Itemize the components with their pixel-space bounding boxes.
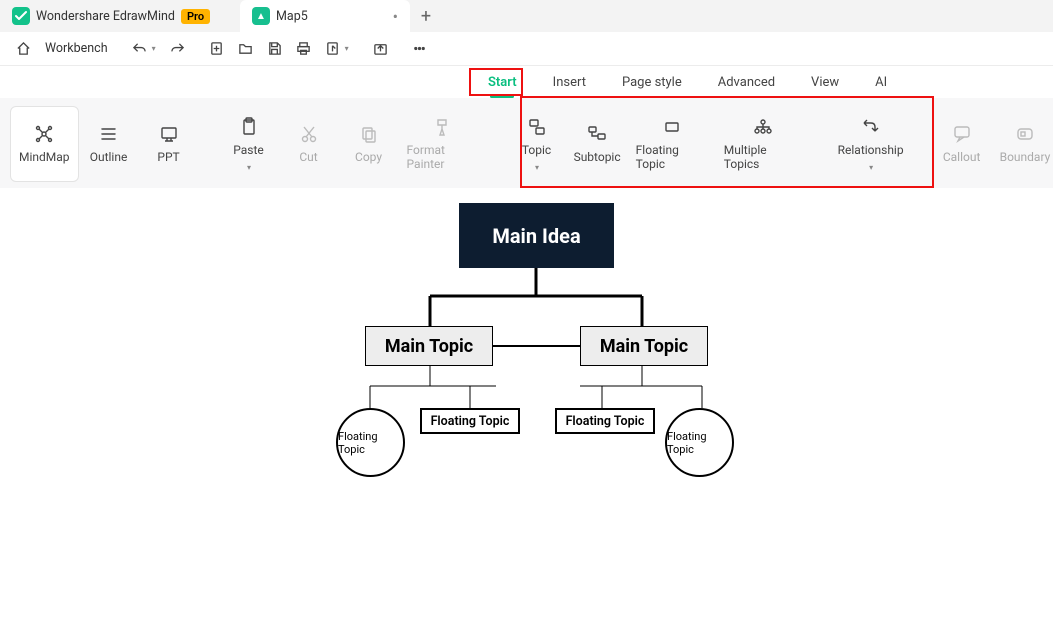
menu-view[interactable]: View bbox=[793, 66, 857, 98]
menu-bar: Start Insert Page style Advanced View AI bbox=[0, 66, 1053, 98]
node-floating-topic-2[interactable]: Floating Topic bbox=[555, 408, 655, 434]
outline-view-button[interactable]: Outline bbox=[79, 106, 139, 182]
chevron-down-icon: ▾ bbox=[345, 44, 349, 53]
topic-group: Topic ▾ Subtopic Floating Topic Multiple… bbox=[507, 106, 810, 182]
document-tab[interactable]: ▲ Map5 • bbox=[240, 0, 410, 32]
chevron-down-icon: ▾ bbox=[535, 163, 539, 172]
subtopic-button[interactable]: Subtopic bbox=[567, 106, 628, 182]
menu-page-style[interactable]: Page style bbox=[604, 66, 700, 98]
quick-toolbar: Workbench ▾ ▾ bbox=[0, 32, 1053, 66]
paste-icon bbox=[239, 117, 259, 137]
paste-button[interactable]: Paste ▾ bbox=[219, 106, 279, 182]
floating-topic-icon bbox=[662, 117, 682, 137]
pro-badge: Pro bbox=[181, 9, 210, 24]
cut-button: Cut bbox=[279, 106, 339, 182]
node-floating-circle-2[interactable]: Floating Topic bbox=[665, 408, 734, 477]
menu-ai[interactable]: AI bbox=[857, 66, 905, 98]
more-button[interactable] bbox=[406, 37, 433, 60]
mindmap-canvas[interactable]: Main Idea Main Topic Main Topic Floating… bbox=[0, 188, 1053, 618]
workbench-button[interactable]: Workbench bbox=[39, 37, 114, 60]
mindmap-view-button[interactable]: MindMap bbox=[10, 106, 79, 182]
new-file-button[interactable] bbox=[203, 37, 230, 60]
print-button[interactable] bbox=[290, 37, 317, 60]
export-button[interactable]: ▾ bbox=[319, 37, 355, 60]
clipboard-group: Paste ▾ Cut Copy Format Painter bbox=[219, 106, 487, 182]
copy-label: Copy bbox=[355, 150, 382, 164]
subtopic-icon bbox=[587, 124, 607, 144]
cut-label: Cut bbox=[299, 150, 317, 164]
boundary-icon bbox=[1015, 124, 1035, 144]
node-floating-circle-1[interactable]: Floating Topic bbox=[336, 408, 405, 477]
relationship-button[interactable]: Relationship ▾ bbox=[830, 106, 912, 182]
topic-label: Topic bbox=[522, 143, 551, 157]
unsaved-dot-icon: • bbox=[393, 7, 398, 26]
relationship-icon bbox=[861, 117, 881, 137]
topic-button[interactable]: Topic ▾ bbox=[507, 106, 567, 182]
copy-icon bbox=[359, 124, 379, 144]
menu-advanced[interactable]: Advanced bbox=[700, 66, 793, 98]
open-file-button[interactable] bbox=[232, 37, 259, 60]
subtopic-label: Subtopic bbox=[574, 150, 621, 164]
mindmap-label: MindMap bbox=[19, 150, 70, 164]
menu-insert[interactable]: Insert bbox=[535, 66, 604, 98]
outline-icon bbox=[99, 124, 119, 144]
node-main-topic-1[interactable]: Main Topic bbox=[365, 326, 493, 366]
redo-button[interactable] bbox=[164, 37, 191, 60]
home-button[interactable] bbox=[10, 37, 37, 60]
chevron-down-icon: ▾ bbox=[152, 44, 156, 53]
node-floating-topic-1[interactable]: Floating Topic bbox=[420, 408, 520, 434]
floating-topic-button[interactable]: Floating Topic bbox=[628, 106, 716, 182]
cut-icon bbox=[299, 124, 319, 144]
node-main-topic-2[interactable]: Main Topic bbox=[580, 326, 708, 366]
relation-group: Relationship ▾ bbox=[830, 106, 912, 182]
ribbon: MindMap Outline PPT Paste ▾ Cut Copy For… bbox=[0, 98, 1053, 188]
menu-start[interactable]: Start bbox=[470, 66, 535, 98]
floating-topic-label: Floating Topic bbox=[636, 143, 708, 171]
new-tab-button[interactable]: + bbox=[410, 0, 442, 32]
chevron-down-icon: ▾ bbox=[247, 163, 251, 172]
document-title: Map5 bbox=[276, 9, 308, 24]
multiple-topics-icon bbox=[753, 117, 773, 137]
app-logo-icon bbox=[12, 7, 30, 25]
format-painter-label: Format Painter bbox=[407, 143, 479, 171]
outline-label: Outline bbox=[90, 150, 128, 164]
app-tab[interactable]: Wondershare EdrawMind Pro bbox=[0, 0, 240, 32]
format-painter-button: Format Painter bbox=[399, 106, 487, 182]
callout-button: Callout bbox=[932, 106, 992, 182]
node-main-idea[interactable]: Main Idea bbox=[459, 203, 614, 268]
callout-label: Callout bbox=[943, 150, 981, 164]
boundary-button: Boundary bbox=[992, 106, 1053, 182]
document-icon: ▲ bbox=[252, 7, 270, 25]
workbench-label: Workbench bbox=[45, 41, 108, 56]
copy-button: Copy bbox=[339, 106, 399, 182]
paste-label: Paste bbox=[233, 143, 264, 157]
relationship-label: Relationship bbox=[838, 143, 904, 157]
callout-icon bbox=[952, 124, 972, 144]
annotation-group: Callout Boundary bbox=[932, 106, 1053, 182]
app-title: Wondershare EdrawMind bbox=[36, 9, 175, 24]
chevron-down-icon: ▾ bbox=[869, 163, 873, 172]
share-button[interactable] bbox=[367, 37, 394, 60]
save-button[interactable] bbox=[261, 37, 288, 60]
ppt-view-button[interactable]: PPT bbox=[139, 106, 199, 182]
view-mode-group: MindMap Outline PPT bbox=[10, 106, 199, 182]
ppt-label: PPT bbox=[157, 150, 179, 164]
multiple-topics-button[interactable]: Multiple Topics bbox=[716, 106, 810, 182]
multiple-topics-label: Multiple Topics bbox=[724, 143, 802, 171]
format-painter-icon bbox=[433, 117, 453, 137]
title-bar: Wondershare EdrawMind Pro ▲ Map5 • + bbox=[0, 0, 1053, 32]
undo-button[interactable]: ▾ bbox=[126, 37, 162, 60]
boundary-label: Boundary bbox=[1000, 150, 1051, 164]
ppt-icon bbox=[159, 124, 179, 144]
topic-icon bbox=[527, 117, 547, 137]
mindmap-icon bbox=[34, 124, 54, 144]
